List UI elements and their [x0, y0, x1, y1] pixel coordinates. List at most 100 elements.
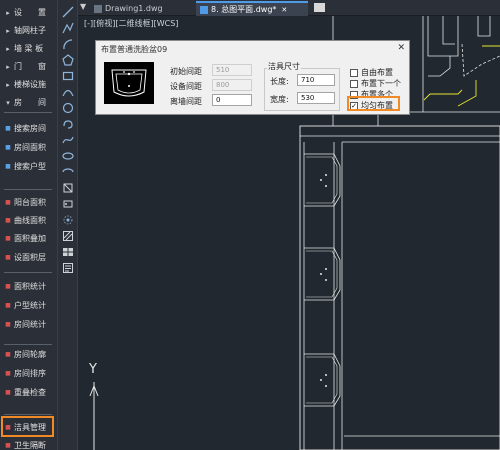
menu-item-label: 面积统计: [14, 282, 46, 291]
menu-separator: [4, 112, 52, 113]
ucs-axis-icon: [89, 382, 99, 450]
menu-item-label: 设 置: [14, 8, 46, 17]
tab-drawing1-label: Drawing1.dwg: [105, 4, 163, 13]
width-input[interactable]: 530: [297, 92, 335, 104]
rectangle-tool-icon[interactable]: [60, 68, 76, 84]
line-tool-icon[interactable]: [60, 4, 76, 20]
menu-item-label: 房间面积: [14, 143, 46, 152]
menu-separator: [4, 414, 52, 415]
washbasin-preview-image: [104, 62, 154, 104]
menu-item-16[interactable]: ■ 房间轮廓: [0, 346, 56, 363]
insert-block-icon[interactable]: [60, 180, 76, 196]
axis-label-y: Y: [89, 362, 97, 377]
washbasin-2[interactable]: [304, 247, 341, 301]
menu-item-label: 设面积层: [14, 253, 46, 262]
layout-next-label: 布置下一个: [361, 79, 401, 88]
drawing-file-icon: [94, 4, 102, 13]
device-spacing-input: 800: [212, 79, 252, 91]
command-icon: ■: [5, 217, 11, 224]
polyline-tool-icon[interactable]: [60, 20, 76, 36]
menu-item-18[interactable]: ■ 重叠检查: [0, 384, 56, 401]
command-icon: ■: [5, 235, 11, 242]
menu-item-label: 面积叠加: [14, 234, 46, 243]
command-icon: ■: [5, 302, 11, 309]
device-spacing-label: 设备间距: [170, 82, 202, 91]
close-icon[interactable]: ✕: [397, 43, 405, 53]
menu-item-label: 楼梯设施: [14, 80, 46, 89]
make-block-icon[interactable]: [60, 196, 76, 212]
command-icon: ■: [5, 321, 11, 328]
initial-spacing-input: 510: [212, 64, 252, 76]
length-input[interactable]: 710: [297, 74, 335, 86]
command-icon: ■: [5, 163, 11, 170]
menu-item-label: 房间统计: [14, 320, 46, 329]
width-label: 宽度:: [270, 95, 289, 104]
menu-item-label: 户型统计: [14, 301, 46, 310]
menu-item-11[interactable]: ■ 面积叠加: [0, 230, 56, 247]
menu-item-9[interactable]: ■ 阳台面积: [0, 194, 56, 211]
ellipse-arc-tool-icon[interactable]: [60, 164, 76, 180]
tab-close-icon[interactable]: ✕: [281, 6, 287, 14]
expand-arrow-icon: ▸: [6, 8, 10, 17]
table-tool-icon[interactable]: [60, 244, 76, 260]
command-icon: ■: [5, 389, 11, 396]
menu-item-label: 重叠检查: [14, 388, 46, 397]
menu-item-8[interactable]: ■ 搜索户型: [0, 158, 56, 175]
tab-active-drawing[interactable]: 8. 总图平面.dwg* ✕: [196, 1, 308, 16]
wall-spacing-input[interactable]: 0: [212, 94, 252, 106]
command-icon: ■: [5, 144, 11, 151]
hatch-tool-icon[interactable]: [60, 228, 76, 244]
menu-separator: [4, 189, 52, 190]
point-tool-icon[interactable]: [60, 212, 76, 228]
checkbox-box: [350, 68, 358, 77]
length-label: 长度:: [270, 77, 289, 86]
highlight-box-sanitary-manage: [1, 416, 54, 437]
expand-arrow-icon: ▸: [6, 26, 10, 35]
collapse-arrow-icon: ▾: [6, 98, 10, 107]
arc-tool-icon[interactable]: [60, 36, 76, 52]
revcloud-tool-icon[interactable]: [60, 116, 76, 132]
command-icon: ■: [5, 254, 11, 261]
menu-separator: [4, 344, 52, 345]
layout-next-checkbox[interactable]: 布置下一个: [350, 78, 401, 89]
command-icon: ■: [5, 442, 11, 449]
tab-drawing1[interactable]: Drawing1.dwg: [90, 1, 194, 16]
menu-item-13[interactable]: ■ 面积统计: [0, 278, 56, 295]
menu-item-label: 房间排序: [14, 369, 46, 378]
free-layout-checkbox[interactable]: 自由布置: [350, 67, 393, 78]
menu-item-17[interactable]: ■ 房间排序: [0, 365, 56, 382]
spline-tool-icon[interactable]: [60, 132, 76, 148]
tab-menu-arrow-icon[interactable]: ▼: [80, 2, 86, 11]
menu-item-1[interactable]: ▸ 轴网柱子: [0, 22, 56, 39]
washbasin-1[interactable]: [304, 153, 341, 207]
expand-arrow-icon: ▸: [6, 80, 10, 89]
checkbox-box: [350, 79, 358, 88]
ellipse-tool-icon[interactable]: [60, 148, 76, 164]
arc3p-tool-icon[interactable]: [60, 84, 76, 100]
washbasin-3[interactable]: [304, 353, 341, 407]
menu-item-2[interactable]: ▸ 墙 梁 板: [0, 40, 56, 57]
viewport-controls-label[interactable]: [-][俯视][二维线框][WCS]: [84, 18, 178, 29]
menu-item-12[interactable]: ■ 设面积层: [0, 249, 56, 266]
menu-item-6[interactable]: ■ 搜索房间: [0, 120, 56, 137]
menu-item-14[interactable]: ■ 户型统计: [0, 297, 56, 314]
menu-item-20[interactable]: ■ 卫生隔断: [0, 437, 56, 450]
polygon-tool-icon[interactable]: [60, 52, 76, 68]
menu-item-7[interactable]: ■ 房间面积: [0, 139, 56, 156]
size-group-title: 洁具尺寸: [267, 61, 301, 72]
menu-item-label: 房间轮廓: [14, 350, 46, 359]
mtext-tool-icon[interactable]: [60, 260, 76, 276]
left-menu-panel: ▸ 设 置 ▸ 轴网柱子 ▸ 墙 梁 板 ▸ 门 窗 ▸ 楼梯设施 ▾ 房 间 ■ 搜索房间 ■ 房间面积 ■ 搜…: [0, 0, 58, 450]
menu-item-label: 墙 梁 板: [14, 44, 44, 53]
menu-item-10[interactable]: ■ 曲线面积: [0, 212, 56, 229]
menu-item-15[interactable]: ■ 房间统计: [0, 316, 56, 333]
command-icon: ■: [5, 283, 11, 290]
menu-item-5[interactable]: ▾ 房 间: [0, 94, 56, 111]
menu-item-0[interactable]: ▸ 设 置: [0, 4, 56, 21]
menu-item-label: 卫生隔断: [14, 441, 46, 450]
new-tab-icon[interactable]: [314, 3, 325, 12]
menu-item-3[interactable]: ▸ 门 窗: [0, 58, 56, 75]
command-icon: ■: [5, 370, 11, 377]
circle-tool-icon[interactable]: [60, 100, 76, 116]
menu-item-4[interactable]: ▸ 楼梯设施: [0, 76, 56, 93]
